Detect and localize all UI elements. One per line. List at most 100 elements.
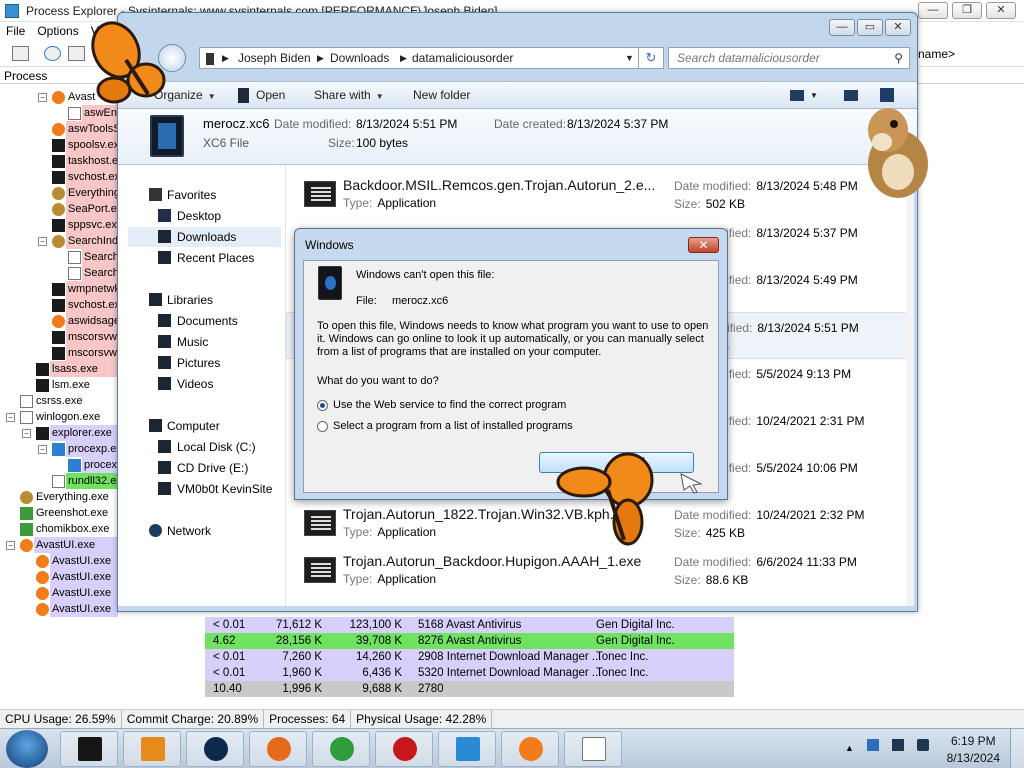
chevron-down-icon[interactable]: ▼ <box>625 53 634 63</box>
process-data-row[interactable]: < 0.01 1,960 K 6,436 K 5320 Internet Downlo… <box>0 665 734 681</box>
option-select-program[interactable]: Select a program from a list of installe… <box>333 420 573 432</box>
menu-file[interactable]: File <box>6 22 25 41</box>
tree-toggle-icon[interactable]: − <box>38 445 47 454</box>
dialog-close-button[interactable]: ✕ <box>688 237 719 253</box>
explorer-close-button[interactable]: ✕ <box>885 19 911 36</box>
column-process[interactable]: Process <box>4 69 47 83</box>
close-button[interactable]: ✕ <box>986 2 1016 19</box>
refresh-icon[interactable] <box>44 46 61 61</box>
taskbar-button-firefox-app[interactable] <box>249 731 307 767</box>
process-row[interactable]: mscorsvw. <box>0 345 119 361</box>
tray-app-icon[interactable] <box>867 739 879 751</box>
nav-desktop[interactable]: Desktop <box>177 209 221 223</box>
process-row[interactable]: AvastUI.exe <box>0 553 118 569</box>
process-row[interactable]: csrss.exe <box>0 393 118 409</box>
radio-web-service[interactable] <box>317 400 328 411</box>
taskbar-button-notepad-app[interactable] <box>564 731 622 767</box>
save-icon[interactable] <box>12 46 29 61</box>
process-row[interactable]: wmpnetwk <box>0 281 120 297</box>
process-row[interactable]: AvastUI.exe <box>0 601 118 617</box>
process-row[interactable]: Greenshot.exe <box>0 505 118 521</box>
process-row[interactable]: lsm.exe <box>0 377 118 393</box>
process-row[interactable]: SeaPort.exe <box>0 201 129 217</box>
process-row[interactable]: spoolsv.exe <box>0 137 125 153</box>
process-row[interactable]: aswToolsS <box>0 121 121 137</box>
taskbar-button-opera-app[interactable] <box>375 731 433 767</box>
process-data-row[interactable]: 10.40 1,996 K 9,688 K 2780 <box>0 681 734 697</box>
file-list-scrollbar[interactable] <box>906 165 914 606</box>
nav-music[interactable]: Music <box>177 335 208 349</box>
explorer-maximize-button[interactable]: ▭ <box>857 19 883 36</box>
tree-toggle-icon[interactable]: − <box>22 429 31 438</box>
tree-toggle-icon[interactable]: − <box>6 413 15 422</box>
process-row[interactable]: − explorer.exe <box>0 425 118 441</box>
menu-options[interactable]: Options <box>37 22 78 41</box>
taskbar-button-procexp-app[interactable] <box>60 731 118 767</box>
new-folder-button[interactable]: New folder <box>413 88 470 102</box>
process-row[interactable]: chomikbox.exe <box>0 521 118 537</box>
start-button[interactable] <box>6 730 48 768</box>
nav-cd-drive[interactable]: CD Drive (E:) <box>177 461 248 475</box>
nav-computer[interactable]: Computer <box>167 419 220 433</box>
taskbar-button-search-app[interactable] <box>438 731 496 767</box>
show-desktop-button[interactable] <box>1010 729 1024 768</box>
radio-select-program[interactable] <box>317 421 328 432</box>
tree-toggle-icon[interactable]: − <box>38 93 47 102</box>
tray-expand-icon[interactable]: ▲ <box>845 743 854 755</box>
taskbar-button-media-player-app[interactable] <box>123 731 181 767</box>
explorer-minimize-button[interactable]: — <box>829 19 855 36</box>
process-row[interactable]: rundll32.exe <box>0 473 128 489</box>
process-row[interactable]: AvastUI.exe <box>0 569 118 585</box>
process-data-row[interactable]: < 0.01 71,612 K 123,100 K 5168 Avast Antivi… <box>0 617 734 633</box>
process-row[interactable]: svchost.exe <box>0 297 126 313</box>
process-row[interactable]: Everything <box>0 185 120 201</box>
tray-network-icon[interactable] <box>917 739 929 751</box>
process-row[interactable]: Search <box>0 265 119 281</box>
process-row[interactable]: Everything.exe <box>0 489 118 505</box>
tray-display-icon[interactable] <box>892 739 904 751</box>
views-icon[interactable] <box>790 90 804 101</box>
window-icon[interactable] <box>68 46 85 61</box>
option-web-service[interactable]: Use the Web service to find the correct … <box>333 399 566 411</box>
refresh-button[interactable]: ↻ <box>638 47 664 69</box>
open-button[interactable]: Open <box>256 88 285 102</box>
process-data-row[interactable]: < 0.01 7,260 K 14,260 K 2908 Internet Downl… <box>0 649 734 665</box>
process-row[interactable]: svchost.exe <box>0 169 126 185</box>
taskbar-button-avast-app[interactable] <box>501 731 559 767</box>
search-icon[interactable]: ⚲ <box>894 51 903 65</box>
nav-libraries[interactable]: Libraries <box>167 293 213 307</box>
breadcrumb-joseph-biden[interactable]: Joseph Biden <box>238 51 311 65</box>
share-with-button[interactable]: Share with ▼ <box>314 88 384 102</box>
preview-pane-icon[interactable] <box>844 90 858 101</box>
nav-network[interactable]: Network <box>167 524 211 538</box>
nav-pictures[interactable]: Pictures <box>177 356 220 370</box>
process-data-row[interactable]: 4.62 28,156 K 39,708 K 8276 Avast Antivirus… <box>0 633 734 649</box>
nav-favorites[interactable]: Favorites <box>167 188 216 202</box>
nav-downloads[interactable]: Downloads <box>177 230 236 244</box>
nav-recent-places[interactable]: Recent Places <box>177 251 254 265</box>
nav-local-disk[interactable]: Local Disk (C:) <box>177 440 256 454</box>
process-row[interactable]: sppsvc.exe <box>0 217 123 233</box>
process-row[interactable]: procexp <box>0 457 123 473</box>
file-row[interactable]: Backdoor.MSIL.Remcos.gen.Trojan.Autorun_… <box>286 171 910 218</box>
minimize-button[interactable]: — <box>918 2 948 19</box>
process-row[interactable]: − procexp.exe <box>0 441 128 457</box>
taskbar-button-chrome-app[interactable] <box>312 731 370 767</box>
breadcrumb-current-folder[interactable]: datamaliciousorder <box>412 51 513 65</box>
nav-network-share[interactable]: VM0b0t KevinSite <box>177 482 272 496</box>
process-row[interactable]: lsass.exe <box>0 361 118 377</box>
taskbar-button-cd-app[interactable] <box>186 731 244 767</box>
breadcrumb-downloads[interactable]: Downloads <box>330 51 389 65</box>
process-row[interactable]: AvastUI.exe <box>0 585 118 601</box>
address-bar[interactable]: ▶ Joseph Biden ▶ Downloads ▶ datamalicio… <box>199 47 647 69</box>
process-row[interactable]: − AvastUI.exe <box>0 537 118 553</box>
file-row[interactable]: Trojan.Autorun_Backdoor.Hupigon.AAAH_1.e… <box>286 547 910 594</box>
process-row[interactable]: taskhost.exe <box>0 153 130 169</box>
nav-documents[interactable]: Documents <box>177 314 238 328</box>
search-input[interactable]: Search datamaliciousorder ⚲ <box>668 47 910 69</box>
process-row[interactable]: − winlogon.exe <box>0 409 118 425</box>
restore-button[interactable]: ❐ <box>952 2 982 19</box>
nav-videos[interactable]: Videos <box>177 377 213 391</box>
process-row[interactable]: Search <box>0 249 119 265</box>
process-row[interactable]: mscorsvw. <box>0 329 119 345</box>
